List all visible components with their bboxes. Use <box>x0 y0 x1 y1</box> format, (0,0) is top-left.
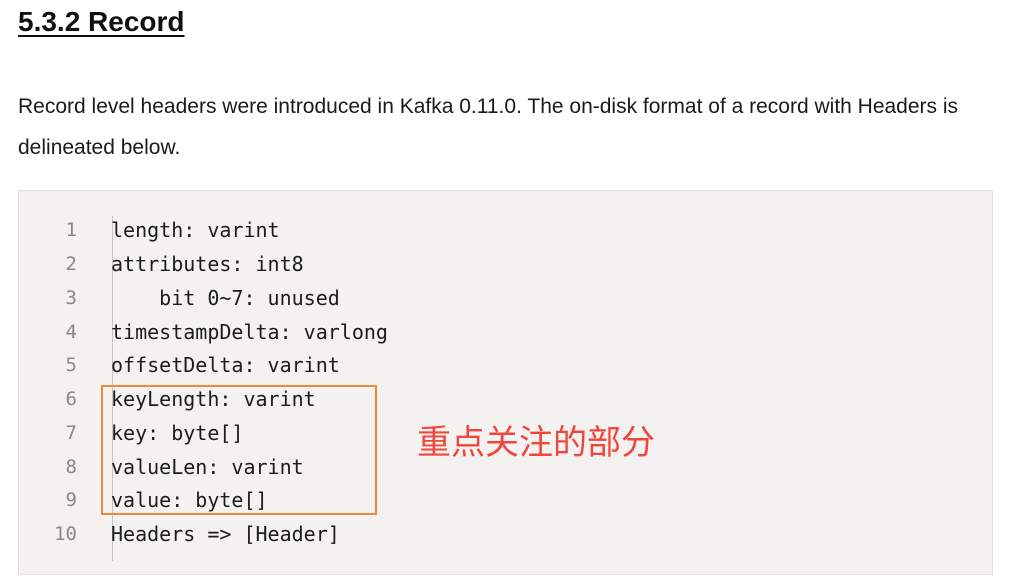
code-text: bit 0~7: unused <box>111 286 340 310</box>
line-number: 8 <box>65 456 77 478</box>
line-number: 5 <box>65 354 77 376</box>
code-line: 2 attributes: int8 <box>19 247 992 281</box>
code-line: 10 Headers => [Header] <box>19 517 992 551</box>
highlight-box <box>101 385 377 515</box>
code-line: 3 bit 0~7: unused <box>19 281 992 315</box>
line-number: 10 <box>54 523 77 545</box>
annotation-label: 重点关注的部分 <box>417 423 655 463</box>
code-text: offsetDelta: varint <box>111 353 340 377</box>
line-number: 2 <box>65 253 77 275</box>
code-text: length: varint <box>111 218 280 242</box>
line-number: 3 <box>65 287 77 309</box>
code-line: 5 offsetDelta: varint <box>19 348 992 382</box>
line-number: 1 <box>65 219 77 241</box>
code-block: 1 length: varint 2 attributes: int8 3 bi… <box>18 190 993 575</box>
line-number: 4 <box>65 321 77 343</box>
section-heading: 5.3.2 Record <box>18 6 185 37</box>
code-line: 1 length: varint <box>19 213 992 247</box>
code-line: 4 timestampDelta: varlong <box>19 315 992 349</box>
code-text: attributes: int8 <box>111 252 304 276</box>
line-number: 6 <box>65 388 77 410</box>
line-number: 7 <box>65 422 77 444</box>
code-text: timestampDelta: varlong <box>111 320 388 344</box>
intro-paragraph: Record level headers were introduced in … <box>18 95 959 159</box>
code-text: Headers => [Header] <box>111 522 340 546</box>
line-number: 9 <box>65 489 77 511</box>
